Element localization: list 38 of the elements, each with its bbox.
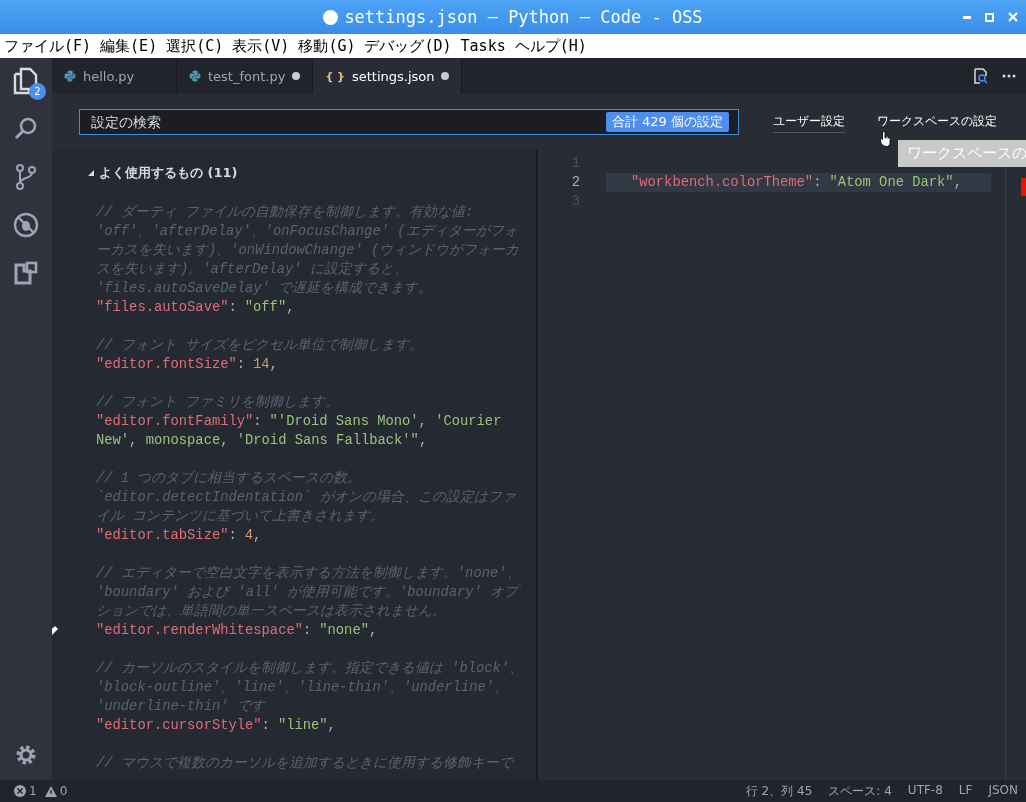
tab-label: hello.py xyxy=(83,68,135,84)
count-badge: 合計 429 個の設定 xyxy=(605,112,729,132)
setting-line: "editor.renderWhitespace": "none", xyxy=(95,622,379,640)
menu-item[interactable]: デバッグ(D) xyxy=(364,36,452,56)
editor-tab[interactable]: { } settings.json xyxy=(313,58,463,94)
setting-line: "editor.tabSize": 4, xyxy=(95,527,263,545)
settings-scope-tab[interactable]: ワークスペースの設定 xyxy=(877,111,997,133)
menu-item[interactable]: Tasks xyxy=(460,37,506,55)
tab-label: settings.json xyxy=(351,68,435,84)
menu-item[interactable]: 編集(E) xyxy=(100,36,158,56)
menu-item[interactable]: ファイル(F) xyxy=(4,36,92,56)
menu-item[interactable]: ヘルプ(H) xyxy=(514,36,587,56)
settings-group-header[interactable]: よく使用するもの (11) xyxy=(88,164,536,182)
status-item[interactable]: スペース: 4 xyxy=(828,782,892,800)
code-comment: // マウスで複数のカーソルを追加するときに使用する修飾キーで xyxy=(95,754,516,773)
notification-badge: 2 xyxy=(29,83,46,100)
status-item[interactable]: UTF-8 xyxy=(907,782,943,800)
search-input[interactable]: 設定の検索 xyxy=(89,113,606,131)
setting-line: "editor.fontFamily": "'Droid Sans Mono', 'Courier New', monospace, 'Droid Sans Fallback'", xyxy=(95,413,503,450)
braces-icon: { } xyxy=(325,69,345,83)
settings-scope-tab[interactable]: ユーザー設定 xyxy=(773,111,845,133)
status-item[interactable]: JSON xyxy=(988,782,1018,800)
status-item[interactable]: LF xyxy=(958,782,973,800)
menu-item[interactable]: 表示(V) xyxy=(232,36,290,56)
setting-line: "editor.cursorStyle": "line", xyxy=(95,717,337,735)
menu-item[interactable]: 移動(G) xyxy=(298,36,356,56)
code-line: "workbench.colorTheme": "Atom One Dark", xyxy=(631,175,962,190)
menu-item[interactable]: 選択(C) xyxy=(166,36,224,56)
tab-label: test_font.py xyxy=(208,68,286,84)
line-number: 2 xyxy=(570,175,580,190)
window-title: settings.json — Python — Code - OSS xyxy=(344,7,703,27)
code-comment: // カーソルのスタイルを制御します。指定できる値は 'block'、 'block-outline'、'line'、'line-thin'、'underline'、 'underline-thin' です xyxy=(95,659,525,716)
group-title: よく使用するもの (11) xyxy=(99,164,238,182)
setting-line: "editor.fontSize": 14, xyxy=(95,356,279,374)
setting-line: "files.autoSave": "off", xyxy=(95,299,296,317)
error-count[interactable]: 1 xyxy=(29,784,37,798)
status-item[interactable]: 行 2、列 45 xyxy=(745,782,813,800)
warning-count[interactable]: 0 xyxy=(59,784,68,798)
